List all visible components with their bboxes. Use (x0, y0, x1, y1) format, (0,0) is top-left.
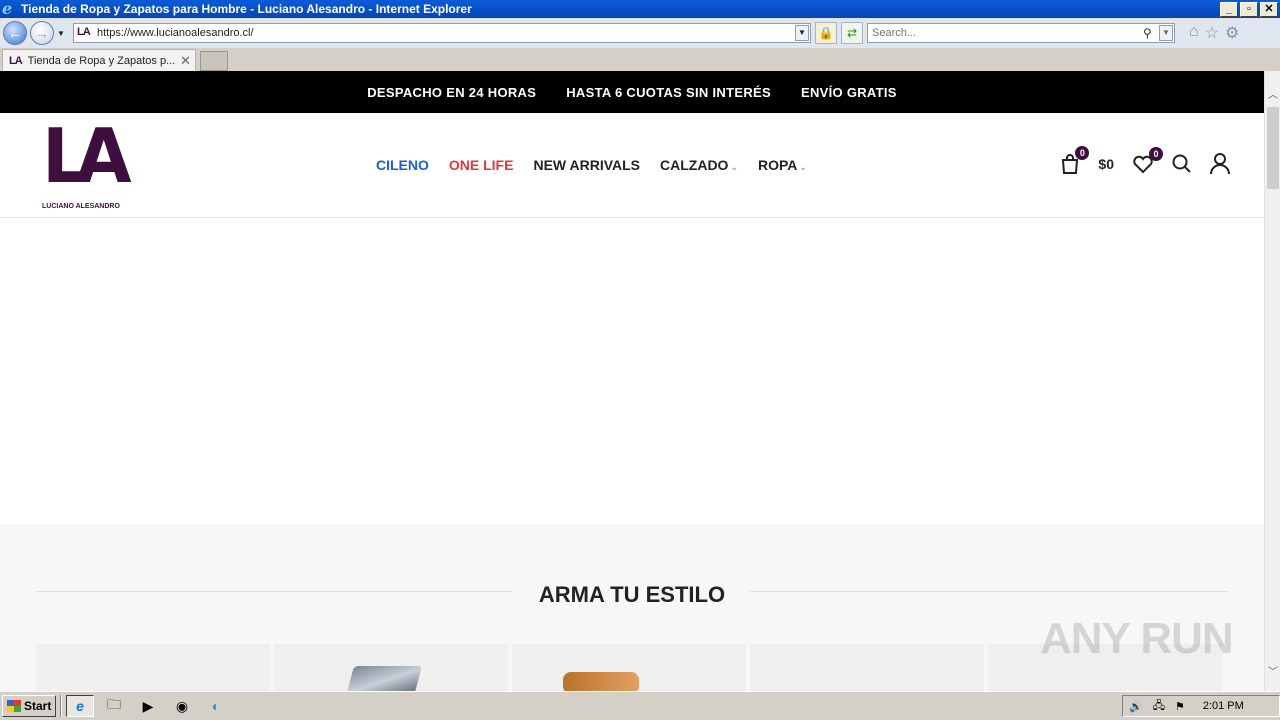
new-tab-button[interactable] (200, 51, 228, 71)
search-button[interactable] (1172, 154, 1192, 174)
style-section: ARMA TU ESTILO (0, 524, 1264, 691)
taskbar-ie-icon[interactable]: e (66, 695, 94, 717)
nav-item-label: ROPA (758, 157, 798, 173)
address-field[interactable]: LA https://www.lucianoalesandro.cl/ ▼ (73, 23, 811, 43)
hero-banner (0, 218, 1264, 524)
search-icon[interactable]: ⚲ (1143, 26, 1159, 40)
windows-taskbar: Start e 🗀 ▶ ◉ ◐ 🔊 🖧 ⚑ 2:01 PM (0, 691, 1280, 720)
promo-bar: DESPACHO EN 24 HORAS HASTA 6 CUOTAS SIN … (0, 71, 1264, 113)
window-titlebar: e Tienda de Ropa y Zapatos para Hombre -… (0, 0, 1280, 18)
start-label: Start (24, 699, 52, 713)
site-favicon-icon: LA (77, 26, 91, 38)
nav-item-ropa[interactable]: ROPA ⌄ (758, 157, 807, 173)
chevron-down-icon: ⌄ (799, 162, 807, 172)
anyrun-watermark: ANY RUN (1040, 614, 1234, 663)
site-header: LA LUCIANO ALESANDRO CILENO ONE LIFE NEW… (0, 113, 1264, 218)
page-viewport: DESPACHO EN 24 HORAS HASTA 6 CUOTAS SIN … (0, 71, 1264, 691)
url-text[interactable]: https://www.lucianoalesandro.cl/ (97, 27, 795, 39)
system-tray: 🔊 🖧 ⚑ 2:01 PM (1122, 695, 1280, 717)
account-button[interactable] (1210, 153, 1230, 175)
product-card[interactable] (750, 644, 984, 691)
history-dropdown-icon[interactable]: ▼ (57, 29, 69, 38)
ie-logo-icon: e (2, 0, 13, 18)
section-title: ARMA TU ESTILO (538, 582, 726, 607)
nav-item-new-arrivals[interactable]: NEW ARRIVALS (533, 157, 640, 173)
cart-total[interactable]: $0 (1098, 156, 1114, 172)
search-box[interactable]: ⚲ ▼ (867, 23, 1175, 43)
promo-item: DESPACHO EN 24 HORAS (367, 84, 537, 100)
nav-item-label: CALZADO (660, 157, 729, 173)
clock[interactable]: 2:01 PM (1203, 700, 1244, 712)
taskbar-explorer-icon[interactable]: 🗀 (100, 695, 128, 717)
tab-strip: LA Tienda de Ropa y Zapatos p... ✕ (0, 48, 1280, 71)
page-scrollbar[interactable]: ︿ ﹀ (1264, 71, 1280, 691)
shoe-image[interactable] (563, 672, 639, 691)
taskbar-separator (60, 695, 62, 717)
tab-favicon-icon: LA (9, 54, 23, 67)
taskbar-media-player-icon[interactable]: ▶ (134, 695, 162, 717)
user-icon (1210, 153, 1230, 175)
taskbar-edge-icon[interactable]: ◐ (202, 695, 230, 717)
tab-label: Tienda de Ropa y Zapatos p... (27, 54, 176, 67)
scroll-down-icon[interactable]: ﹀ (1265, 663, 1280, 679)
cart-button[interactable]: 0 (1060, 146, 1090, 175)
main-navigation: CILENO ONE LIFE NEW ARRIVALS CALZADO ⌄ RO… (376, 157, 807, 173)
close-button[interactable]: ✕ (1260, 1, 1278, 17)
tab-close-icon[interactable]: ✕ (180, 53, 191, 69)
volume-icon[interactable]: 🔊 (1129, 700, 1143, 713)
minimize-button[interactable]: _ (1220, 1, 1238, 17)
logo-mark: LA (42, 111, 132, 201)
cart-count-badge: 0 (1075, 146, 1090, 160)
tools-gear-icon[interactable]: ⚙ (1225, 23, 1239, 43)
window-title: Tienda de Ropa y Zapatos para Hombre - L… (21, 2, 472, 16)
favorites-star-icon[interactable]: ☆ (1205, 23, 1219, 43)
chevron-down-icon: ⌄ (730, 162, 738, 172)
nav-item-one-life[interactable]: ONE LIFE (449, 157, 514, 173)
refresh-button[interactable]: ⇄ (841, 22, 863, 44)
address-toolbar: ← → ▼ LA https://www.lucianoalesandro.cl… (0, 18, 1280, 48)
product-card[interactable] (36, 644, 270, 691)
windows-logo-icon (7, 700, 21, 712)
start-button[interactable]: Start (2, 695, 56, 717)
wishlist-count-badge: 0 (1149, 147, 1163, 161)
nav-item-calzado[interactable]: CALZADO ⌄ (660, 157, 738, 173)
restore-button[interactable]: ▫ (1240, 1, 1258, 17)
search-dropdown-icon[interactable]: ▼ (1159, 25, 1173, 41)
tab-active[interactable]: LA Tienda de Ropa y Zapatos p... ✕ (2, 49, 196, 71)
security-lock-icon[interactable]: 🔒 (815, 22, 837, 44)
site-logo[interactable]: LA LUCIANO ALESANDRO (42, 111, 132, 211)
promo-item: ENVÍO GRATIS (800, 84, 897, 100)
address-dropdown-icon[interactable]: ▼ (795, 25, 809, 41)
scroll-up-icon[interactable]: ︿ (1265, 86, 1280, 102)
scroll-thumb[interactable] (1267, 107, 1279, 189)
header-actions: 0 $0 0 (1060, 146, 1230, 175)
back-button[interactable]: ← (3, 21, 27, 45)
nav-item-cileno[interactable]: CILENO (376, 157, 429, 173)
logo-text: LUCIANO ALESANDRO (42, 203, 120, 210)
wishlist-button[interactable]: 0 (1132, 147, 1163, 174)
home-icon[interactable]: ⌂ (1189, 23, 1199, 43)
search-icon (1172, 154, 1191, 173)
divider (750, 591, 1228, 592)
flag-icon[interactable]: ⚑ (1175, 700, 1185, 713)
forward-button[interactable]: → (30, 21, 54, 45)
network-icon[interactable]: 🖧 (1153, 697, 1165, 716)
sneaker-image[interactable] (345, 666, 423, 691)
taskbar-chrome-icon[interactable]: ◉ (168, 695, 196, 717)
promo-item: HASTA 6 CUOTAS SIN INTERÉS (566, 84, 771, 100)
search-input[interactable] (872, 27, 1143, 39)
